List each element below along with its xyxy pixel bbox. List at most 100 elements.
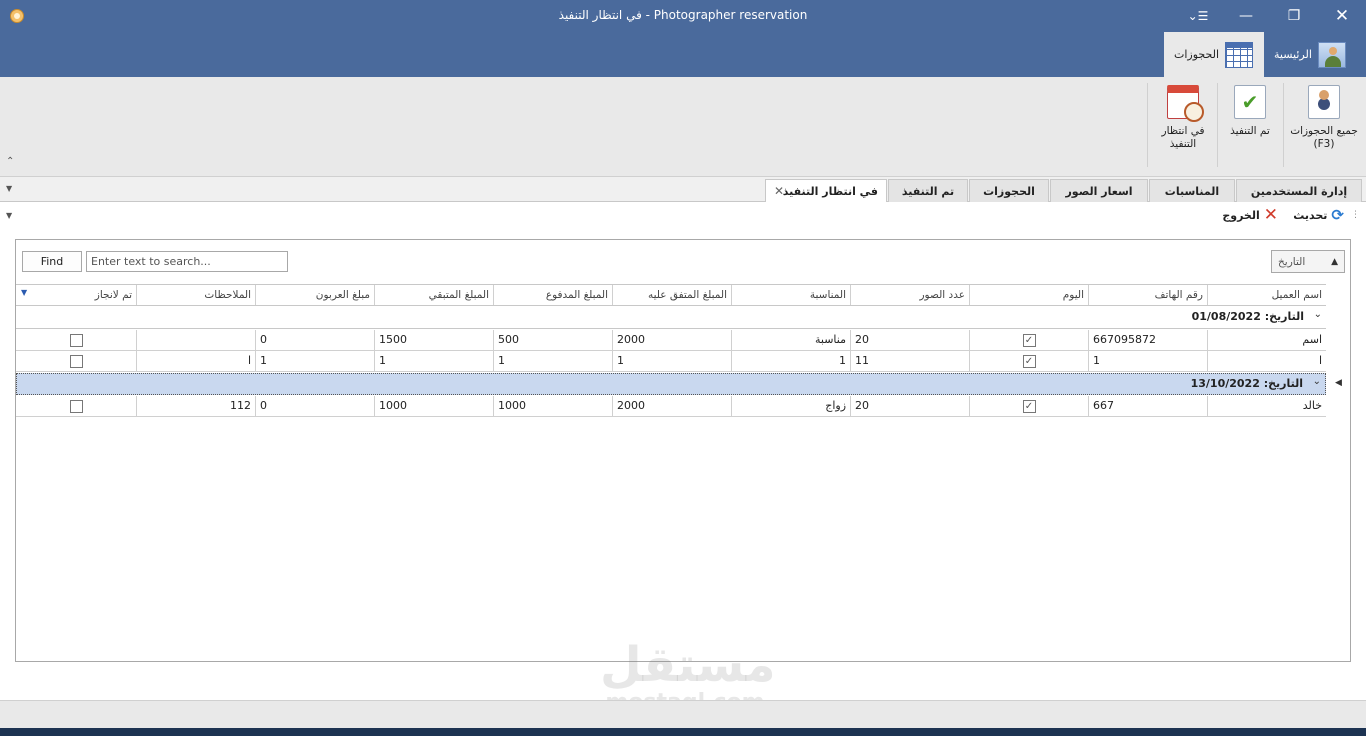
tab-users[interactable]: إدارة المستخدمين	[1236, 179, 1362, 202]
column-header-phone[interactable]: رقم الهاتف	[1088, 285, 1207, 305]
window-title: في انتظار التنفيذ - Photographer reserva…	[558, 8, 808, 22]
content-area: Find التاريخ ▲ اسم العميل رقم الهاتف الي…	[0, 228, 1366, 700]
cell-agreed[interactable]: 2000	[612, 396, 731, 416]
column-header-deposit[interactable]: مبلغ العربون	[255, 285, 374, 305]
day-checkbox[interactable]: ✓	[1022, 333, 1036, 347]
cell-done[interactable]	[17, 330, 136, 350]
chevron-down-icon[interactable]: ⌄	[1314, 309, 1322, 320]
ribbon-panel: جميع الحجوزات (F3) ✔ تم التنفيذ في انتظا…	[0, 77, 1366, 177]
cell-photos[interactable]: 11	[850, 351, 969, 371]
calendar-clock-icon	[1167, 85, 1204, 122]
tab-occasions[interactable]: المناسبات	[1149, 179, 1235, 202]
cell-agreed[interactable]: 1	[612, 351, 731, 371]
ribbon-tab-home[interactable]: الرئيسية	[1264, 32, 1356, 77]
grid-toolbar: ▼ ⋮ تحديث ⟳ الخروج ✕	[0, 202, 1366, 228]
tab-bookings-label: الحجوزات	[983, 184, 1035, 198]
cell-remaining[interactable]: 1	[374, 351, 493, 371]
column-header-day[interactable]: اليوم	[969, 285, 1088, 305]
sort-ascending-icon: ▲	[1331, 256, 1338, 267]
cell-phone[interactable]: 1	[1088, 351, 1207, 371]
group-by-date-chip[interactable]: التاريخ ▲	[1271, 250, 1345, 273]
cell-day[interactable]: ✓	[969, 351, 1088, 371]
cell-paid[interactable]: 1	[493, 351, 612, 371]
cell-phone[interactable]: 667095872	[1088, 330, 1207, 350]
cell-agreed[interactable]: 2000	[612, 330, 731, 350]
done-checkbox[interactable]	[70, 354, 83, 368]
table-row[interactable]: خالد 667 ✓ 20 زواج 2000 1000 1000 0 112	[16, 396, 1326, 417]
tab-bookings[interactable]: الحجوزات	[969, 179, 1049, 202]
close-button[interactable]: ✕	[1318, 0, 1366, 32]
cell-notes[interactable]: 112	[136, 396, 255, 416]
cell-remaining[interactable]: 1000	[374, 396, 493, 416]
cell-day[interactable]: ✓	[969, 396, 1088, 416]
ribbon-separator	[1217, 83, 1218, 167]
tabs-dropdown-icon[interactable]: ▼	[6, 184, 12, 193]
cell-paid[interactable]: 1000	[493, 396, 612, 416]
cell-notes[interactable]: ا	[136, 351, 255, 371]
pending-button[interactable]: في انتظار التنفيذ	[1150, 85, 1216, 165]
cell-phone[interactable]: 667	[1088, 396, 1207, 416]
cell-day[interactable]: ✓	[969, 330, 1088, 350]
cell-deposit[interactable]: 0	[255, 330, 374, 350]
cell-done[interactable]	[17, 396, 136, 416]
cell-paid[interactable]: 500	[493, 330, 612, 350]
column-header-client[interactable]: اسم العميل	[1207, 285, 1326, 305]
tab-done[interactable]: تم التنفيذ	[888, 179, 968, 202]
column-header-photos[interactable]: عدد الصور	[850, 285, 969, 305]
cell-photos[interactable]: 20	[850, 330, 969, 350]
filter-icon[interactable]: ▼	[21, 288, 27, 297]
group-row-label: التاريخ: 13/10/2022	[1190, 377, 1303, 390]
cell-photos[interactable]: 20	[850, 396, 969, 416]
cell-deposit[interactable]: 0	[255, 396, 374, 416]
cell-client[interactable]: خالد	[1207, 396, 1326, 416]
column-header-remaining[interactable]: المبلغ المتبقي	[374, 285, 493, 305]
ribbon-tab-bookings[interactable]: الحجوزات	[1164, 32, 1264, 77]
done-checkbox[interactable]	[70, 399, 83, 413]
table-row[interactable]: ا 1 ✓ 11 1 1 1 1 1 ا	[16, 351, 1326, 372]
cell-client[interactable]: اسم	[1207, 330, 1326, 350]
pending-label: في انتظار التنفيذ	[1161, 125, 1205, 150]
done-checkbox[interactable]	[70, 333, 83, 347]
cell-occasion[interactable]: 1	[731, 351, 850, 371]
tab-pending[interactable]: ✕ في انتظار التنفيذ	[765, 179, 887, 203]
exit-button[interactable]: الخروج ✕	[1222, 205, 1278, 225]
maximize-button[interactable]: ❐	[1270, 0, 1318, 32]
cell-remaining[interactable]: 1500	[374, 330, 493, 350]
search-input[interactable]	[86, 251, 288, 272]
title-bar: في انتظار التنفيذ - Photographer reserva…	[0, 0, 1366, 32]
column-header-done[interactable]: تم لانجاز ▼	[17, 285, 136, 305]
tab-photo-prices[interactable]: اسعار الصور	[1050, 179, 1148, 202]
toolbar-dropdown-icon[interactable]: ▼	[6, 211, 12, 220]
cell-occasion[interactable]: زواج	[731, 396, 850, 416]
column-header-agreed[interactable]: المبلغ المتفق عليه	[612, 285, 731, 305]
grip-icon: ⋮	[1351, 210, 1360, 220]
cell-done[interactable]	[17, 351, 136, 371]
close-x-icon: ✕	[1263, 205, 1278, 225]
document-tabs: ▼ إدارة المستخدمين المناسبات اسعار الصور…	[0, 177, 1366, 203]
ribbon-tab-bar: الرئيسية الحجوزات	[0, 32, 1366, 77]
cell-occasion[interactable]: مناسبة	[731, 330, 850, 350]
tab-occasions-label: المناسبات	[1164, 184, 1220, 198]
find-button[interactable]: Find	[22, 251, 82, 272]
user-document-icon	[1308, 85, 1340, 119]
tab-users-label: إدارة المستخدمين	[1250, 184, 1348, 198]
cell-client[interactable]: ا	[1207, 351, 1326, 371]
column-header-notes[interactable]: الملاحظات	[136, 285, 255, 305]
cell-notes[interactable]	[136, 330, 255, 350]
options-menu-button[interactable]: ⌄☰	[1178, 0, 1218, 32]
chevron-down-icon[interactable]: ⌄	[1313, 376, 1321, 387]
column-header-occasion[interactable]: المناسبة	[731, 285, 850, 305]
table-row[interactable]: اسم 667095872 ✓ 20 مناسبة 2000 500 1500 …	[16, 330, 1326, 351]
minimize-button[interactable]: —	[1222, 0, 1270, 32]
group-row[interactable]: ⌄ التاريخ: 01/08/2022	[16, 307, 1326, 329]
day-checkbox[interactable]: ✓	[1022, 354, 1036, 368]
group-row[interactable]: ⌄ التاريخ: 13/10/2022	[16, 373, 1326, 395]
day-checkbox[interactable]: ✓	[1022, 399, 1036, 413]
collapse-ribbon-icon[interactable]: ⌃	[6, 156, 14, 167]
cell-deposit[interactable]: 1	[255, 351, 374, 371]
close-tab-icon[interactable]: ✕	[774, 184, 784, 198]
done-button[interactable]: ✔ تم التنفيذ	[1218, 85, 1282, 165]
column-header-paid[interactable]: المبلغ المدفوع	[493, 285, 612, 305]
refresh-button[interactable]: تحديث ⟳	[1293, 206, 1344, 224]
all-bookings-button[interactable]: جميع الحجوزات (F3)	[1286, 85, 1362, 165]
